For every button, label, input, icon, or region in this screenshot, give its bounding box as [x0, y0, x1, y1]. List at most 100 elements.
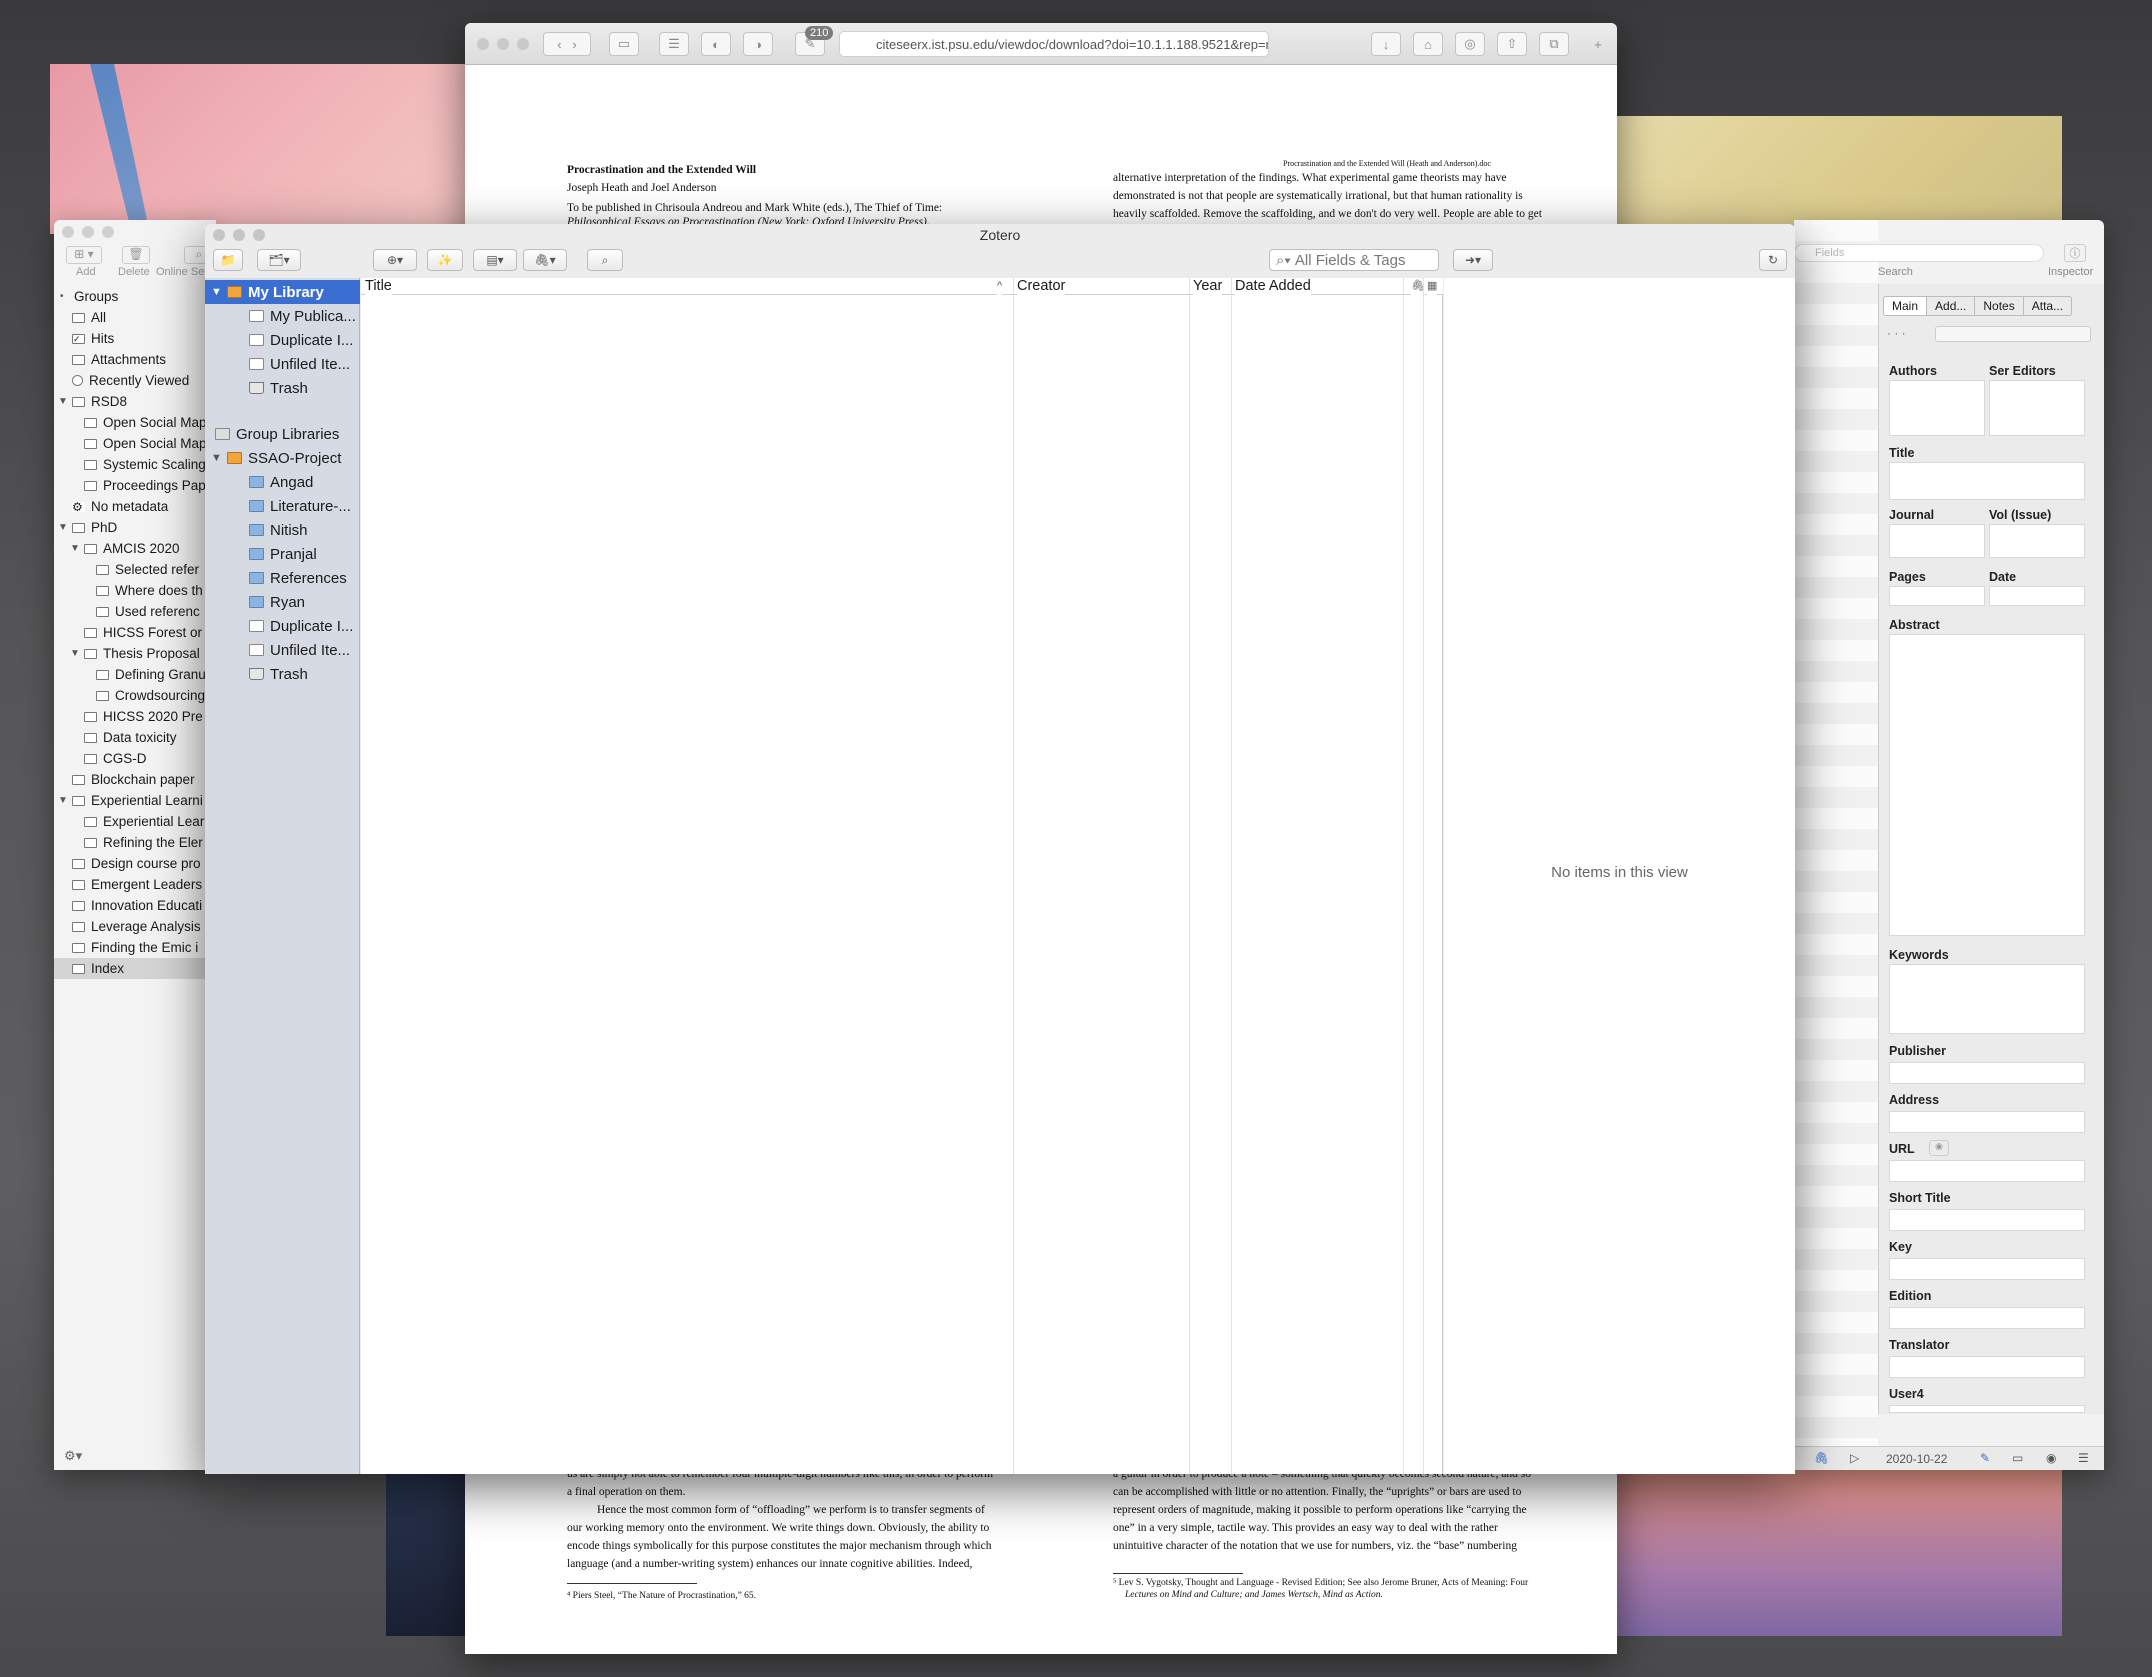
info-icon[interactable]: ⓘ — [2064, 244, 2086, 262]
group-item[interactable]: Crowdsourcing — [54, 685, 216, 706]
group-item[interactable]: Systemic Scaling — [54, 454, 216, 475]
zoom-button[interactable] — [517, 38, 529, 50]
group-item[interactable]: Blockchain paper — [54, 769, 216, 790]
group-item[interactable]: Design course pro — [54, 853, 216, 874]
group-item[interactable]: Selected refer — [54, 559, 216, 580]
group-item[interactable]: Experiential Lear — [54, 811, 216, 832]
group-item[interactable]: ▼ Thesis Proposal — [54, 643, 216, 664]
group-item[interactable]: Refining the Eler — [54, 832, 216, 853]
translator-field[interactable] — [1889, 1356, 2085, 1378]
collection-item[interactable]: Duplicate I... — [205, 614, 360, 638]
attachment-icon[interactable]: 🖇 — [1814, 1451, 1829, 1465]
disclosure-icon[interactable]: ▼ — [70, 543, 80, 554]
collection-item[interactable]: Trash — [205, 662, 360, 686]
add-attachment-icon[interactable]: 🖇▾ — [523, 249, 567, 271]
column-title[interactable]: Title — [365, 278, 392, 295]
group-item[interactable]: ▼ RSD8 — [54, 391, 216, 412]
group-item[interactable]: ▼ AMCIS 2020 — [54, 538, 216, 559]
contrast-icon[interactable]: ◑ — [743, 32, 773, 56]
vol-field[interactable] — [1989, 524, 2085, 558]
disclosure-icon[interactable]: ▼ — [58, 396, 68, 407]
address-bar[interactable]: citeseerx.ist.psu.edu/viewdoc/download?d… — [839, 31, 1269, 57]
group-item[interactable]: Used referenc — [54, 601, 216, 622]
sidebar-icon[interactable]: ▭ — [609, 32, 639, 56]
back-forward-buttons[interactable]: ‹ › — [543, 32, 591, 56]
collection-item[interactable]: References — [205, 566, 360, 590]
groups-header[interactable]: • Groups — [54, 286, 216, 307]
new-note-icon[interactable]: ▤▾ — [473, 249, 517, 271]
advanced-search-icon[interactable]: ⌕ — [587, 249, 623, 271]
preview-icon[interactable]: ▷ — [1850, 1451, 1859, 1465]
tab-attachments[interactable]: Atta... — [2023, 296, 2073, 316]
edition-field[interactable] — [1889, 1307, 2085, 1329]
eye-icon[interactable]: ◉ — [2046, 1451, 2056, 1465]
group-item[interactable]: Data toxicity — [54, 727, 216, 748]
close-button[interactable] — [62, 226, 74, 238]
url-field[interactable] — [1889, 1160, 2085, 1182]
collection-item[interactable]: Duplicate I... — [205, 328, 360, 352]
key-field[interactable] — [1889, 1258, 2085, 1280]
group-item[interactable]: ✓ Hits — [54, 328, 216, 349]
bookmark-icon[interactable]: ⌂ — [1413, 32, 1443, 56]
authors-field[interactable] — [1889, 380, 1985, 436]
title-field[interactable] — [1889, 462, 2085, 500]
type-select[interactable] — [1935, 326, 2091, 342]
locate-icon[interactable]: ➜▾ — [1453, 249, 1493, 271]
circle-icon[interactable]: ◎ — [1455, 32, 1485, 56]
search-input[interactable]: Fields — [1794, 244, 2044, 262]
disclosure-icon[interactable]: ▼ — [58, 522, 68, 533]
group-item[interactable]: All — [54, 307, 216, 328]
group-item[interactable]: Index — [54, 958, 216, 979]
collection-item[interactable]: Literature-... — [205, 494, 360, 518]
collection-item[interactable]: ▼ My Library — [205, 280, 360, 304]
address-field[interactable] — [1889, 1111, 2085, 1133]
gear-icon[interactable]: ⚙▾ — [64, 1448, 82, 1464]
editors-field[interactable] — [1989, 380, 2085, 436]
privacy-icon[interactable]: ◐ — [701, 32, 731, 56]
journal-field[interactable] — [1889, 524, 1985, 558]
zoom-button[interactable] — [253, 229, 265, 241]
disclosure-icon[interactable]: ▼ — [211, 286, 227, 298]
group-item[interactable]: Open Social Map — [54, 433, 216, 454]
group-item[interactable]: Proceedings Pap — [54, 475, 216, 496]
tab-additional[interactable]: Add... — [1927, 296, 1976, 316]
disclosure-icon[interactable]: ▼ — [211, 452, 227, 464]
tab-main[interactable]: Main — [1883, 296, 1928, 316]
group-item[interactable]: ⚙ No metadata — [54, 496, 216, 517]
add-icon[interactable]: ⊞ ▾ — [66, 246, 102, 264]
disclosure-icon[interactable]: ▼ — [70, 648, 80, 659]
group-item[interactable]: Recently Viewed — [54, 370, 216, 391]
minimize-button[interactable] — [497, 38, 509, 50]
new-library-icon[interactable]: 🗂▾ — [257, 249, 301, 271]
collection-item[interactable]: Angad — [205, 470, 360, 494]
close-button[interactable] — [477, 38, 489, 50]
column-year[interactable]: Year — [1193, 278, 1223, 295]
delete-icon[interactable]: 🗑 — [122, 246, 150, 264]
new-item-icon[interactable]: ⊕▾ — [373, 249, 417, 271]
group-item[interactable]: Finding the Emic i — [54, 937, 216, 958]
group-item[interactable]: Emergent Leaders — [54, 874, 216, 895]
group-item[interactable]: HICSS Forest or — [54, 622, 216, 643]
short-title-field[interactable] — [1889, 1209, 2085, 1231]
sync-icon[interactable]: ↻ — [1759, 249, 1787, 271]
collection-item[interactable]: Trash — [205, 376, 360, 400]
publisher-field[interactable] — [1889, 1062, 2085, 1084]
group-item[interactable]: Open Social Map — [54, 412, 216, 433]
close-button[interactable] — [213, 229, 225, 241]
add-by-identifier-icon[interactable]: ✨ — [427, 249, 463, 271]
group-item[interactable]: HICSS 2020 Pre — [54, 706, 216, 727]
keywords-field[interactable] — [1889, 964, 2085, 1034]
collection-item[interactable]: Nitish — [205, 518, 360, 542]
zoom-button[interactable] — [102, 226, 114, 238]
user4-field[interactable] — [1889, 1405, 2085, 1413]
group-item[interactable]: Where does th — [54, 580, 216, 601]
list-icon[interactable]: ☰ — [2078, 1451, 2089, 1465]
group-item[interactable]: Attachments — [54, 349, 216, 370]
group-item[interactable]: Defining Granu — [54, 664, 216, 685]
column-picker-icon[interactable]: ▦ — [1427, 278, 1438, 295]
column-creator[interactable]: Creator — [1017, 278, 1066, 295]
disclosure-icon[interactable]: ▼ — [58, 795, 68, 806]
date-field[interactable] — [1989, 586, 2085, 606]
note-icon[interactable]: ▭ — [2012, 1451, 2023, 1465]
collection-item[interactable]: Unfiled Ite... — [205, 638, 360, 662]
